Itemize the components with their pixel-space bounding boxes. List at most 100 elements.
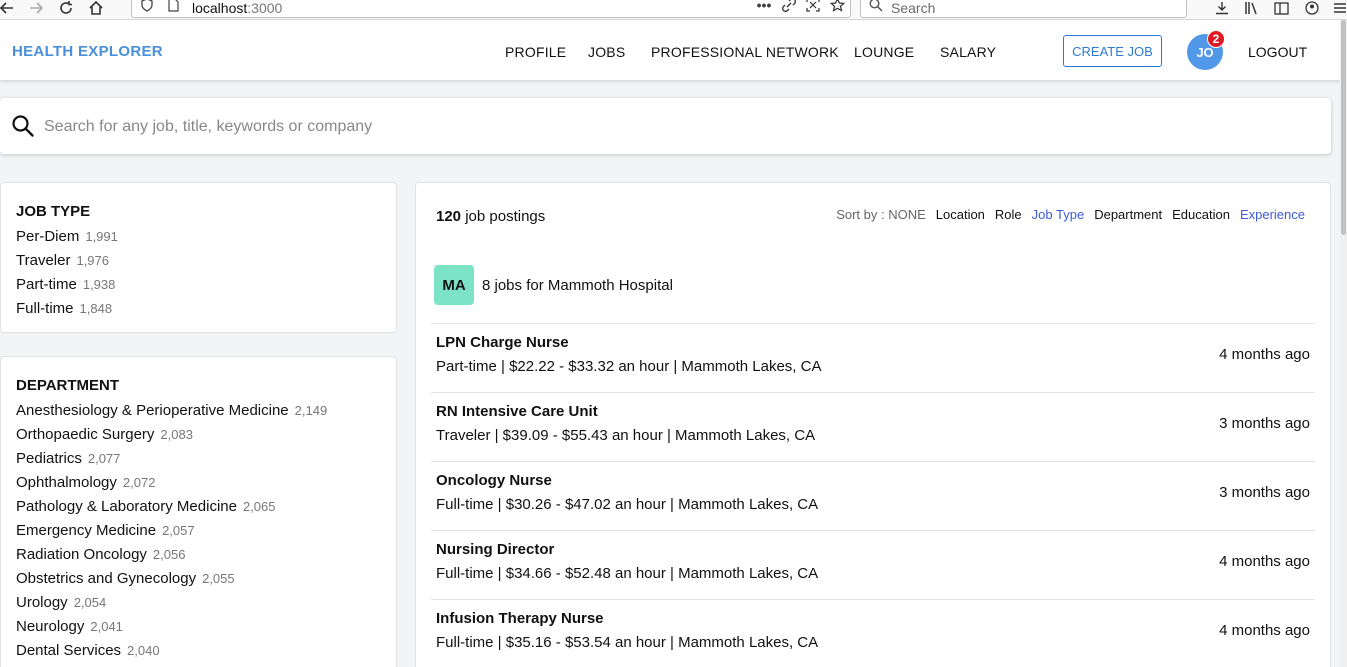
filter-option-emergency-medicine[interactable]: Emergency Medicine 2,057 — [16, 519, 381, 543]
job-row[interactable]: RN Intensive Care Unit Traveler | $39.09 … — [431, 392, 1315, 461]
reload-icon[interactable] — [58, 0, 74, 16]
account-icon[interactable] — [1304, 0, 1320, 16]
more-actions-icon[interactable]: ••• — [756, 0, 772, 13]
job-row[interactable]: Oncology Nurse Full-time | $30.26 - $47.0… — [431, 461, 1315, 530]
job-title: RN Intensive Care Unit — [436, 403, 598, 420]
job-title: Nursing Director — [436, 541, 555, 558]
filter-option-dental-services[interactable]: Dental Services 2,040 — [16, 639, 381, 663]
sort-option-experience[interactable]: Experience — [1240, 207, 1305, 222]
job-posted-age: 4 months ago — [1219, 346, 1310, 363]
page-icon — [166, 0, 180, 13]
forward-icon[interactable] — [28, 0, 44, 16]
filter-option-label: Dental Services — [16, 642, 122, 659]
job-meta: Full-time | $34.66 - $52.48 an hour | Ma… — [436, 565, 819, 582]
filter-option-count: 2,083 — [160, 427, 193, 442]
filter-option-count: 2,040 — [127, 643, 160, 658]
nav-jobs[interactable]: JOBS — [588, 44, 625, 60]
job-search-bar[interactable]: Search for any job, title, keywords or c… — [0, 98, 1331, 154]
filter-option-label: Neurology — [16, 618, 85, 635]
filter-option-label: Traveler — [16, 252, 71, 269]
job-posted-age: 4 months ago — [1219, 553, 1310, 570]
sort-option-job-type[interactable]: Job Type — [1032, 207, 1085, 222]
job-row[interactable]: LPN Charge Nurse Part-time | $22.22 - $33… — [431, 323, 1315, 392]
filter-option-anesthesiology-and-perioperative-medicine[interactable]: Anesthesiology & Perioperative Medicine 2… — [16, 399, 381, 423]
filter-option-count: 2,149 — [294, 403, 328, 418]
back-icon[interactable] — [0, 0, 14, 16]
filter-option-per-diem[interactable]: Per-Diem 1,991 — [16, 225, 381, 249]
filter-option-neurology[interactable]: Neurology 2,041 — [16, 615, 381, 639]
filter-option-count: 2,057 — [162, 523, 195, 538]
nav-professional-network[interactable]: PROFESSIONAL NETWORK — [651, 44, 839, 60]
filter-option-label: Pediatrics — [16, 450, 82, 467]
shield-icon — [140, 0, 154, 13]
filter-option-orthopaedic-surgery[interactable]: Orthopaedic Surgery 2,083 — [16, 423, 381, 447]
filter-option-count: 1,991 — [85, 229, 118, 244]
filter-option-ophthalmology[interactable]: Ophthalmology 2,072 — [16, 471, 381, 495]
search-icon — [11, 114, 35, 143]
screenshot-icon[interactable] — [805, 0, 821, 13]
job-row[interactable]: Nursing Director Full-time | $34.66 - $52… — [431, 530, 1315, 599]
sort-option-location[interactable]: Location — [936, 207, 985, 222]
download-icon[interactable] — [1214, 0, 1230, 16]
logout-button[interactable]: LOGOUT — [1248, 44, 1307, 60]
filter-option-radiation-oncology[interactable]: Radiation Oncology 2,056 — [16, 543, 381, 567]
filter-option-count: 2,041 — [90, 619, 123, 634]
nav-salary[interactable]: SALARY — [940, 44, 996, 60]
results-count-suffix: job postings — [465, 208, 546, 225]
nav-profile[interactable]: PROFILE — [505, 44, 566, 60]
filter-option-count: 1,848 — [79, 301, 113, 316]
filter-option-count: 1,976 — [76, 253, 110, 268]
filter-option-obstetrics-and-gynecology[interactable]: Obstetrics and Gynecology 2,055 — [16, 567, 381, 591]
sidebar-icon[interactable] — [1273, 0, 1289, 16]
filter-option-label: Anesthesiology & Perioperative Medicine — [16, 402, 289, 419]
home-icon[interactable] — [88, 0, 104, 16]
brand-logo[interactable]: HEALTH EXPLORER — [12, 43, 163, 60]
notification-badge: 2 — [1207, 30, 1225, 48]
filter-option-label: Obstetrics and Gynecology — [16, 570, 197, 587]
sort-bar: Sort by : NONE Location Role Job Type Depar… — [836, 207, 1305, 222]
filter-option-urology[interactable]: Urology 2,054 — [16, 591, 381, 615]
job-list: LPN Charge Nurse Part-time | $22.22 - $33… — [431, 323, 1315, 667]
filter-option-label: Ophthalmology — [16, 474, 117, 491]
sort-option-education[interactable]: Education — [1172, 207, 1230, 222]
filter-option-label: Radiation Oncology — [16, 546, 147, 563]
filter-option-traveler[interactable]: Traveler 1,976 — [16, 249, 381, 273]
job-type-filter: JOB TYPE Per-Diem 1,991 Traveler 1,976 Part-… — [0, 182, 397, 333]
results-panel: 120 job postings Sort by : NONE Location… — [415, 182, 1331, 667]
filter-option-pathology-and-laboratory-medicine[interactable]: Pathology & Laboratory Medicine 2,065 — [16, 495, 381, 519]
company-jobs-label: 8 jobs for Mammoth Hospital — [482, 276, 673, 294]
filter-option-count: 2,054 — [73, 595, 107, 610]
department-filter: DEPARTMENT Anesthesiology & Perioperativ… — [0, 356, 397, 667]
sort-label: Sort by : NONE — [836, 207, 926, 222]
menu-icon[interactable] — [1333, 0, 1347, 16]
link-icon[interactable] — [781, 0, 797, 13]
browser-search-placeholder: Search — [891, 0, 936, 16]
job-meta: Full-time | $30.26 - $47.02 an hour | Ma… — [436, 496, 819, 513]
job-meta: Traveler | $39.09 - $55.43 an hour | Mam… — [436, 427, 816, 444]
browser-toolbar: localhost:3000 ••• Search — [0, 0, 1347, 20]
job-meta: Full-time | $35.16 - $53.54 an hour | Ma… — [436, 634, 819, 651]
company-logo: MA — [434, 265, 474, 305]
job-title: LPN Charge Nurse — [436, 334, 569, 351]
filter-option-label: Orthopaedic Surgery — [16, 426, 155, 443]
filter-option-pediatrics[interactable]: Pediatrics 2,077 — [16, 447, 381, 471]
nav-lounge[interactable]: LOUNGE — [854, 44, 914, 60]
filter-option-label: Full-time — [16, 300, 74, 317]
create-job-button[interactable]: CREATE JOB — [1063, 35, 1162, 67]
filter-option-count: 2,077 — [87, 451, 121, 466]
page-scrollbar-thumb[interactable] — [1341, 20, 1346, 235]
library-icon[interactable] — [1243, 0, 1261, 16]
sort-option-role[interactable]: Role — [995, 207, 1022, 222]
bookmark-star-icon[interactable] — [829, 0, 845, 13]
browser-search-input[interactable]: Search — [860, 0, 1187, 18]
filter-option-label: Urology — [16, 594, 68, 611]
filter-option-count: 1,938 — [82, 277, 116, 292]
url-text: localhost:3000 — [192, 0, 283, 16]
sort-option-department[interactable]: Department — [1094, 207, 1162, 222]
filter-option-full-time[interactable]: Full-time 1,848 — [16, 297, 381, 321]
job-row[interactable]: Infusion Therapy Nurse Full-time | $35.16… — [431, 599, 1315, 667]
filter-option-part-time[interactable]: Part-time 1,938 — [16, 273, 381, 297]
app-header: HEALTH EXPLORER PROFILE JOBS PROFESSIONA… — [0, 20, 1340, 80]
company-group-header[interactable]: MA 8 jobs for Mammoth Hospital — [434, 265, 673, 305]
url-bar[interactable]: localhost:3000 ••• — [131, 0, 851, 18]
